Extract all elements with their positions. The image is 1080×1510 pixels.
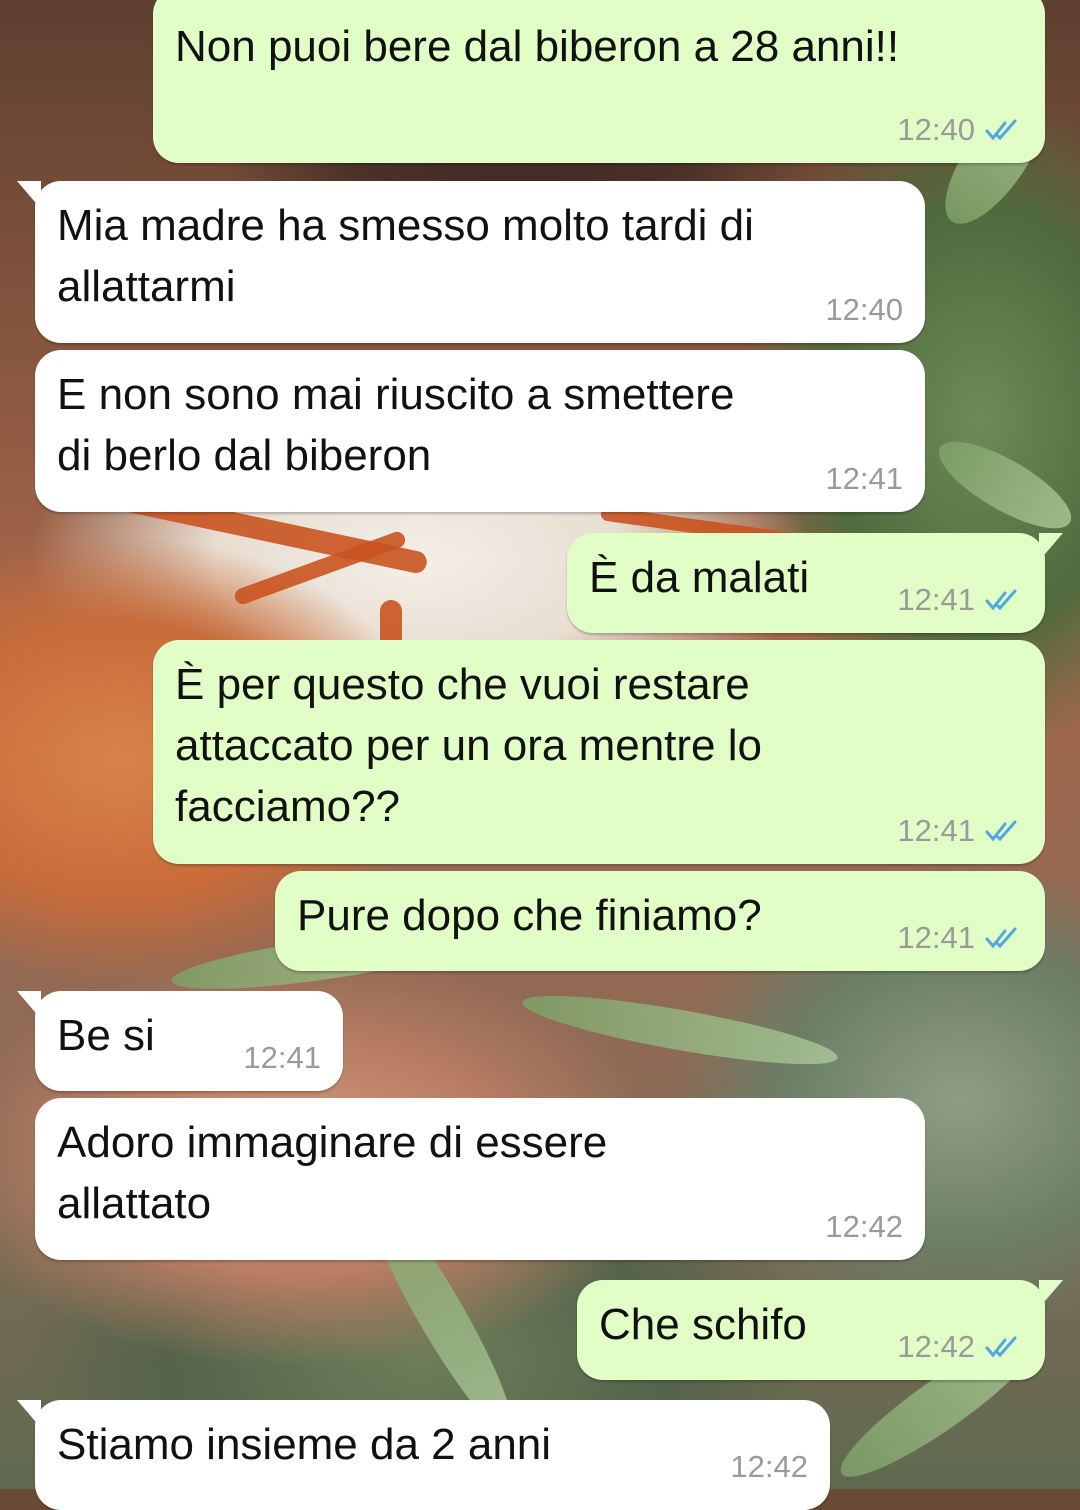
message-meta: 12:42 xyxy=(897,1330,1023,1364)
double-check-icon xyxy=(985,589,1017,611)
message-time: 12:41 xyxy=(897,920,975,955)
message-meta: 12:41 xyxy=(897,583,1023,617)
message-bubble-incoming[interactable]: Mia madre ha smesso molto tardi di allat… xyxy=(17,181,925,343)
message-bubble-outgoing[interactable]: Non puoi bere dal biberon a 28 anni!! 12… xyxy=(153,0,1045,163)
message-bubble-incoming[interactable]: E non sono mai riuscito a smettere di be… xyxy=(35,350,925,512)
message-time: 12:42 xyxy=(730,1449,808,1484)
message-time: 12:41 xyxy=(825,461,903,496)
message-text: Mia madre ha smesso molto tardi di allat… xyxy=(57,201,754,311)
message-time: 12:42 xyxy=(825,1209,903,1244)
message-meta: 12:42 xyxy=(825,1210,903,1244)
double-check-icon xyxy=(985,1336,1017,1358)
message-text: Stiamo insieme da 2 anni xyxy=(57,1420,552,1469)
message-text: È da malati xyxy=(589,553,810,602)
message-meta: 12:40 xyxy=(825,293,903,327)
message-bubble-incoming[interactable]: Adoro immaginare di essere allattato 12:… xyxy=(35,1098,925,1260)
message-text: Adoro immaginare di essere allattato xyxy=(57,1118,608,1228)
double-check-icon xyxy=(985,927,1017,949)
message-bubble-incoming[interactable]: Be si 12:41 xyxy=(17,991,343,1091)
message-text: E non sono mai riuscito a smettere di be… xyxy=(57,370,735,480)
message-list[interactable]: Non puoi bere dal biberon a 28 anni!! 12… xyxy=(0,0,1080,1510)
message-meta: 12:42 xyxy=(730,1450,808,1484)
message-time: 12:42 xyxy=(897,1329,975,1364)
message-bubble-outgoing[interactable]: È da malati 12:41 xyxy=(567,533,1063,633)
message-text: Pure dopo che finiamo? xyxy=(297,891,762,940)
message-bubble-outgoing[interactable]: È per questo che vuoi restare attaccato … xyxy=(153,640,1045,864)
message-bubble-outgoing[interactable]: Che schifo 12:42 xyxy=(577,1280,1063,1380)
message-meta: 12:41 xyxy=(897,921,1023,955)
message-time: 12:41 xyxy=(243,1040,321,1075)
message-text: Non puoi bere dal biberon a 28 anni!! xyxy=(175,22,900,71)
message-text: È per questo che vuoi restare attaccato … xyxy=(175,660,762,831)
message-text: Che schifo xyxy=(599,1300,807,1349)
double-check-icon xyxy=(985,119,1017,141)
message-time: 12:41 xyxy=(897,582,975,617)
message-time: 12:40 xyxy=(897,112,975,147)
message-meta: 12:40 xyxy=(897,113,1023,147)
message-meta: 12:41 xyxy=(897,814,1023,848)
message-bubble-outgoing[interactable]: Pure dopo che finiamo? 12:41 xyxy=(275,871,1045,971)
message-bubble-incoming[interactable]: Stiamo insieme da 2 anni 12:42 xyxy=(17,1400,830,1510)
message-time: 12:40 xyxy=(825,292,903,327)
message-time: 12:41 xyxy=(897,813,975,848)
message-text: Be si xyxy=(57,1011,155,1060)
message-meta: 12:41 xyxy=(243,1041,321,1075)
message-meta: 12:41 xyxy=(825,462,903,496)
double-check-icon xyxy=(985,820,1017,842)
